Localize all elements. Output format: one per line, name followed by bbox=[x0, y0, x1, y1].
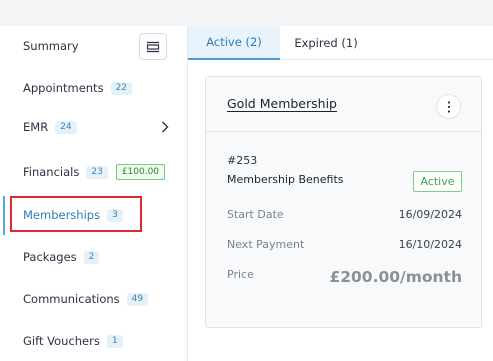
sidebar-item-appointments[interactable]: Appointments 22 bbox=[0, 75, 187, 101]
sidebar-item-packages[interactable]: Packages 2 bbox=[0, 244, 187, 270]
sidebar-item-gift-vouchers[interactable]: Gift Vouchers 1 bbox=[0, 328, 187, 354]
status-badge: Active bbox=[413, 171, 462, 192]
membership-card: Gold Membership #253 Membership Benefits… bbox=[205, 76, 482, 328]
sidebar-item-communications[interactable]: Communications 49 bbox=[0, 286, 187, 312]
price-label: Price bbox=[227, 268, 254, 281]
sidebar-item-label: Summary bbox=[23, 39, 79, 53]
count-badge: 2 bbox=[83, 250, 100, 264]
tab-label: Expired (1) bbox=[294, 36, 358, 50]
tab-expired[interactable]: Expired (1) bbox=[280, 26, 372, 60]
sidebar-item-label: EMR bbox=[23, 120, 49, 134]
sidebar-item-label: Packages bbox=[23, 250, 77, 264]
chevron-right-icon bbox=[162, 121, 169, 133]
count-badge: 49 bbox=[126, 292, 149, 306]
sidebar-item-label: Communications bbox=[23, 292, 120, 306]
membership-id: #253 bbox=[227, 154, 258, 167]
tab-label: Active (2) bbox=[206, 35, 262, 49]
card-header: Gold Membership bbox=[206, 77, 481, 132]
sidebar: Summary Appointments 22 EMR 24 Financial… bbox=[0, 26, 188, 361]
sidebar-item-label: Gift Vouchers bbox=[23, 334, 100, 348]
kebab-menu-icon bbox=[447, 100, 450, 113]
start-date-value: 16/09/2024 bbox=[398, 208, 462, 221]
membership-benefits-label: Membership Benefits bbox=[227, 173, 344, 186]
count-badge: 24 bbox=[55, 120, 77, 134]
emr-expand-button[interactable] bbox=[159, 121, 171, 133]
sidebar-item-label: Appointments bbox=[23, 81, 104, 95]
sidebar-item-financials[interactable]: Financials 23 £100.00 bbox=[0, 159, 187, 185]
start-date-label: Start Date bbox=[227, 208, 284, 221]
collapse-sidebar-button[interactable] bbox=[139, 33, 167, 60]
tab-bar: Active (2) Expired (1) bbox=[188, 26, 493, 60]
next-payment-value: 16/10/2024 bbox=[398, 238, 462, 251]
sidebar-item-label: Financials bbox=[23, 165, 80, 179]
price-value: £200.00/month bbox=[329, 268, 462, 286]
membership-title-link[interactable]: Gold Membership bbox=[227, 96, 337, 111]
tab-active[interactable]: Active (2) bbox=[188, 26, 280, 60]
count-badge: 1 bbox=[106, 334, 123, 348]
top-bar bbox=[0, 0, 493, 26]
highlight-box bbox=[10, 196, 142, 232]
next-payment-label: Next Payment bbox=[227, 238, 305, 251]
count-badge: 22 bbox=[110, 81, 133, 95]
card-menu-button[interactable] bbox=[436, 94, 461, 119]
count-badge: 23 bbox=[86, 165, 108, 179]
collapse-icon bbox=[146, 41, 160, 52]
balance-badge: £100.00 bbox=[115, 164, 166, 180]
